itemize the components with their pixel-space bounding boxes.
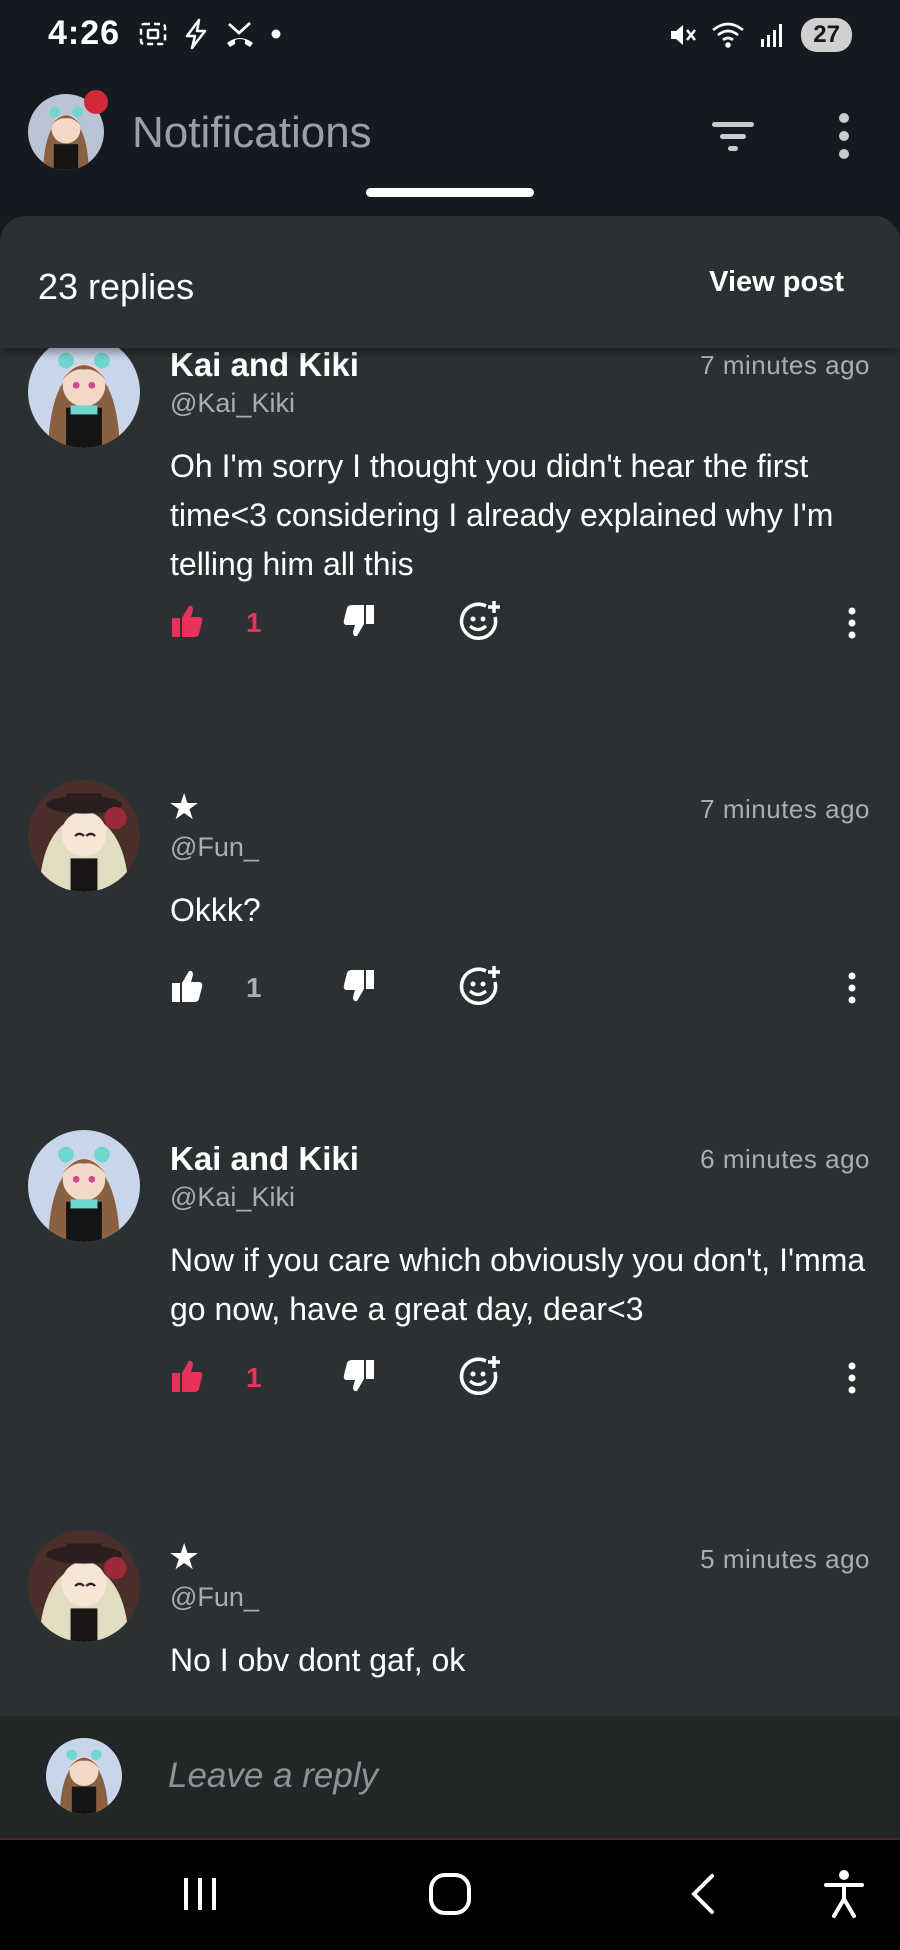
- dislike-button[interactable]: [342, 968, 376, 1008]
- back-icon: [691, 1874, 714, 1914]
- back-button[interactable]: [674, 1866, 734, 1922]
- commenter-avatar[interactable]: [28, 1530, 140, 1642]
- more-vertical-icon: [848, 1362, 856, 1394]
- status-time: 4:26: [48, 14, 121, 52]
- accessibility-button[interactable]: [814, 1866, 874, 1922]
- commenter-name[interactable]: Kai and Kiki: [170, 1140, 359, 1178]
- comment-text: No I obv dont gaf, ok: [170, 1642, 466, 1678]
- comment-more-button[interactable]: [840, 966, 864, 1010]
- add-reaction-button[interactable]: [458, 599, 502, 643]
- comment-actions: 1: [0, 1356, 900, 1408]
- filter-icon: [712, 122, 754, 151]
- replies-sheet: 23 replies View post Kai and Kiki 7 minu…: [0, 216, 900, 1736]
- comment-text: Now if you care which obviously you don'…: [170, 1242, 866, 1327]
- add-emoji-icon: [459, 966, 500, 1006]
- flash-icon: [185, 18, 207, 50]
- add-reaction-button[interactable]: [458, 1354, 502, 1398]
- mute-icon: [671, 25, 697, 45]
- status-bar: 4:26 27: [0, 0, 900, 72]
- like-button[interactable]: [170, 1358, 204, 1398]
- like-button[interactable]: [170, 603, 204, 643]
- commenter-handle[interactable]: @Fun_: [170, 832, 259, 863]
- replies-count: 23 replies: [38, 266, 195, 307]
- commenter-handle[interactable]: @Kai_Kiki: [170, 1182, 295, 1213]
- notification-dot: [84, 90, 108, 114]
- app-screen: 4:26 27 Notifications 23 replies View po…: [0, 0, 900, 1950]
- status-left-icons: [138, 18, 282, 50]
- more-options-button[interactable]: [820, 106, 868, 166]
- comment-time: 5 minutes ago: [700, 1544, 870, 1574]
- sheet-header: 23 replies View post: [0, 216, 900, 348]
- comment-time: 7 minutes ago: [700, 794, 870, 824]
- signal-icon: [761, 24, 783, 47]
- commenter-avatar[interactable]: [28, 780, 140, 892]
- more-vertical-icon: [848, 972, 856, 1004]
- dot-icon: [271, 29, 281, 39]
- avatar-image: [46, 1738, 122, 1814]
- more-vertical-icon: [848, 607, 856, 639]
- comment-time: 6 minutes ago: [700, 1144, 870, 1174]
- dislike-button[interactable]: [342, 603, 376, 643]
- missed-call-icon: [227, 21, 253, 47]
- add-emoji-icon: [459, 601, 500, 641]
- commenter-avatar[interactable]: [28, 348, 140, 448]
- thumbs-up-icon: [172, 605, 203, 637]
- commenter-handle[interactable]: @Kai_Kiki: [170, 388, 295, 419]
- commenter-name[interactable]: ★: [168, 786, 200, 828]
- comment-more-button[interactable]: [840, 601, 864, 645]
- add-emoji-icon: [459, 1356, 500, 1396]
- comment-text: Oh I'm sorry I thought you didn't hear t…: [170, 448, 834, 582]
- commenter-avatar[interactable]: [28, 1130, 140, 1242]
- wifi-icon: [712, 22, 745, 48]
- avatar-image: [28, 780, 140, 892]
- comment-list: Kai and Kiki 7 minutes ago @Kai_Kiki Oh …: [0, 348, 900, 1736]
- recent-apps-icon: [184, 1878, 216, 1910]
- reply-avatar: [46, 1738, 122, 1814]
- comment-actions: 1: [0, 601, 900, 653]
- commenter-name[interactable]: ★: [168, 1536, 200, 1578]
- dislike-button[interactable]: [342, 1358, 376, 1398]
- status-right-icons: 27: [667, 18, 852, 52]
- avatar-image: [28, 1130, 140, 1242]
- page-title: Notifications: [132, 108, 372, 157]
- screenshot-icon: [139, 22, 167, 46]
- thumbs-down-icon: [343, 605, 374, 637]
- more-vertical-icon: [839, 113, 849, 159]
- like-count: 1: [246, 607, 262, 638]
- thumbs-up-icon: [172, 970, 203, 1002]
- app-header: Notifications: [0, 72, 900, 212]
- comment-actions: 1: [0, 966, 900, 1018]
- commenter-handle[interactable]: @Fun_: [170, 1582, 259, 1613]
- thumbs-up-icon: [172, 1360, 203, 1392]
- accessibility-icon: [824, 1870, 864, 1918]
- view-post-button[interactable]: View post: [709, 266, 844, 299]
- system-nav-bar: [0, 1840, 900, 1950]
- comment-more-button[interactable]: [840, 1356, 864, 1400]
- thumbs-down-icon: [343, 970, 374, 1002]
- recent-apps-button[interactable]: [170, 1866, 230, 1922]
- add-reaction-button[interactable]: [458, 964, 502, 1008]
- avatar-image: [28, 1530, 140, 1642]
- battery-badge: 27: [801, 18, 852, 52]
- thumbs-down-icon: [343, 1360, 374, 1392]
- reply-input[interactable]: [168, 1746, 848, 1806]
- comment-text: Okkk?: [170, 892, 261, 928]
- like-count: 1: [246, 1362, 262, 1393]
- drag-handle[interactable]: [366, 188, 534, 197]
- like-button[interactable]: [170, 968, 204, 1008]
- home-icon: [429, 1873, 471, 1915]
- like-count: 1: [246, 972, 262, 1003]
- filter-button[interactable]: [700, 112, 764, 162]
- comment-time: 7 minutes ago: [700, 350, 870, 380]
- reply-bar: [0, 1716, 900, 1840]
- commenter-name[interactable]: Kai and Kiki: [170, 348, 359, 384]
- home-button[interactable]: [420, 1866, 480, 1922]
- avatar-image: [28, 348, 140, 448]
